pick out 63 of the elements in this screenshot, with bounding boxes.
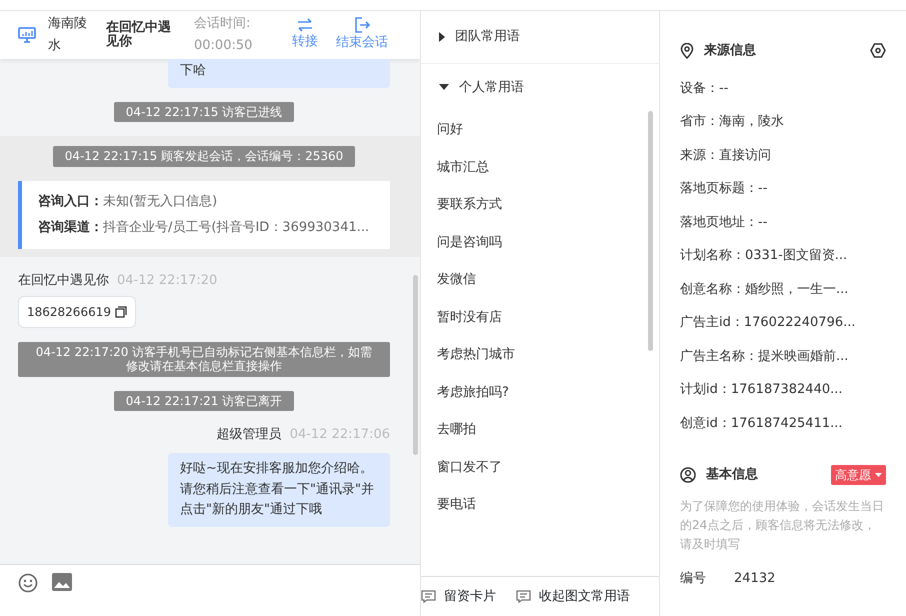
phrase-item[interactable]: 要电话 (421, 486, 659, 524)
message-bubble: 下哈 (168, 59, 390, 88)
source-info-row-text: 创意id：176187425411... (680, 414, 844, 432)
caret-right-icon (439, 32, 445, 42)
exit-icon (354, 17, 370, 34)
transfer-icon (297, 18, 313, 32)
message-time: 04-12 22:17:20 (117, 272, 218, 290)
phrase-group-header[interactable]: 个人常用语 (421, 64, 659, 111)
monitor-icon (18, 27, 36, 43)
phrase-group-header[interactable]: 团队常用语 (421, 11, 659, 64)
settings-icon[interactable] (870, 43, 886, 58)
phone-number: 18628266619 (27, 304, 111, 322)
phrase-item[interactable]: 暂时没有店 (421, 298, 659, 336)
source-info-row-text: 省市：海南，陵水 (680, 113, 785, 131)
phrase-item[interactable]: 城市汇总 (421, 148, 659, 186)
sender-name: 在回忆中遇见你 (18, 272, 109, 290)
image-icon[interactable] (52, 573, 72, 591)
field-label: 编号 (680, 570, 707, 588)
phrase-item[interactable]: 考虑旅拍吗? (421, 374, 659, 411)
system-notice: 04-12 22:17:20 访客手机号已自动标记右侧基本信息栏，如需修改请在基本信息栏直接操作 (18, 342, 390, 377)
intent-tag[interactable]: 高意愿 (831, 465, 886, 485)
copy-icon[interactable] (114, 306, 127, 318)
time-value: 00:00:50 (194, 37, 254, 55)
source-info-row-text: 广告主id：176022240796... (680, 314, 857, 332)
source-info-row-text: 创意名称：婚纱照，一生一... (680, 280, 850, 298)
system-notice: 04-12 22:17:15 顾客发起会话，会话编号：25360 (52, 146, 356, 167)
system-notice: 04-12 22:17:21 访客已离开 (114, 390, 294, 412)
source-info-row-text: 落地页标题：-- (680, 180, 768, 198)
lead-card-button[interactable]: 留资卡片 (421, 586, 496, 606)
phrase-item[interactable]: 要联系方式 (421, 186, 659, 224)
section-title: 基本信息 (706, 466, 758, 484)
caret-down-icon (439, 84, 449, 90)
user-icon (680, 467, 696, 483)
phrase-item[interactable]: 窗口发不了 (421, 448, 659, 486)
info-row-text: 咨询渠道：抖音企业号/员工号(抖音号ID：369930341... (38, 218, 370, 237)
location-label: 海南陵水 (48, 14, 88, 55)
phrase-item[interactable]: 去哪拍 (421, 411, 659, 448)
phrase-item[interactable]: 问好 (421, 111, 659, 148)
comment-icon (516, 590, 531, 603)
source-info-row-text: 广告主名称：提米映画婚前... (680, 348, 850, 366)
notice-text: 为了保障您的使用体验，会话发生当日的24点之后，顾客信息将无法修改，请及时填写 (680, 498, 885, 554)
phrase-item[interactable]: 问是咨询吗 (421, 224, 659, 261)
message-time: 04-12 22:17:06 (290, 426, 390, 444)
time-label: 会话时间: (194, 14, 252, 33)
phrase-item[interactable]: 考虑热门城市 (421, 336, 659, 374)
visitor-name: 在回忆中遇见你 (106, 20, 172, 50)
system-notice: 04-12 22:17:15 访客已进线 (114, 102, 294, 122)
source-info-row-text: 计划id：176187382440... (680, 381, 844, 399)
source-info-row-text: 落地页地址：-- (680, 214, 768, 232)
section-title: 来源信息 (704, 42, 756, 60)
source-info-row-text: 来源：直接访问 (680, 146, 772, 164)
collapse-phrases-button[interactable]: 收起图文常用语 (516, 586, 630, 606)
field-value: 24132 (734, 570, 776, 588)
info-row-text: 咨询入口：未知(暂无入口信息) (38, 192, 218, 211)
caret-down-icon (875, 473, 882, 477)
location-pin-icon (680, 42, 694, 59)
source-info-row-text: 计划名称：0331-图文留资... (680, 247, 848, 265)
emoji-icon[interactable] (18, 573, 38, 593)
comment-icon (421, 590, 436, 603)
source-info-row-text: 设备：-- (680, 80, 730, 98)
sender-name: 超级管理员 (216, 426, 282, 444)
phrase-item[interactable]: 发微信 (421, 261, 659, 298)
message-bubble: 好哒~现在安排客服加您介绍哈。请您稍后注意查看一下"通讯录"并点击"新的朋友"通过下哦 (168, 452, 390, 528)
